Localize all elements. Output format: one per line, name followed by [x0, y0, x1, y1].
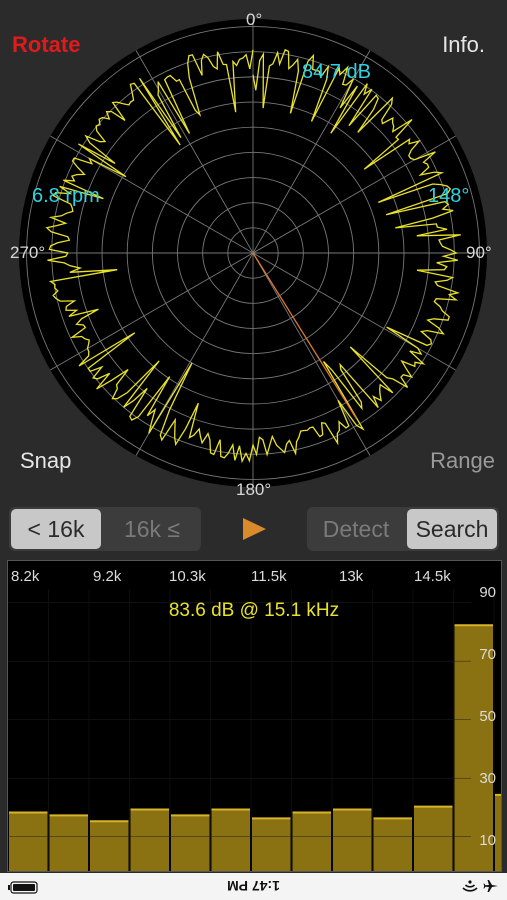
spectrum-bar	[414, 806, 453, 871]
play-button[interactable]	[240, 515, 268, 548]
spectrum-bar	[292, 812, 331, 871]
freq-label: 8.2k	[11, 568, 40, 585]
frequency-axis: 8.2k 9.2k 10.3k 11.5k 13k 14.5k	[11, 568, 451, 585]
frequency-range-toggle: < 16k 16k ≤	[9, 507, 201, 551]
play-icon	[243, 518, 266, 540]
spectrum-bar	[9, 812, 48, 871]
below-16k-option[interactable]: < 16k	[11, 509, 101, 549]
spectrum-bar	[90, 821, 129, 871]
spectrum-bar	[49, 815, 88, 871]
range-button[interactable]: Range	[430, 448, 495, 474]
status-time: 1:47 PM	[227, 878, 280, 894]
freq-label: 11.5k	[251, 568, 287, 585]
rpm-readout: 6.8 rpm	[32, 185, 100, 207]
detect-option[interactable]: Detect	[307, 507, 405, 551]
info-button[interactable]: Info.	[442, 32, 485, 58]
db-label: 50	[479, 708, 496, 725]
angle-label-270: 270°	[10, 243, 46, 262]
db-label: 30	[479, 770, 496, 787]
spectrum-chart: 8.2k 9.2k 10.3k 11.5k 13k 14.5k 90 70 50…	[8, 568, 507, 871]
angle-label-90: 90°	[466, 243, 492, 262]
spectrum-panel: 8.2k 9.2k 10.3k 11.5k 13k 14.5k 90 70 50…	[7, 560, 507, 872]
peak-readout: 83.6 dB @ 15.1 kHz	[169, 600, 339, 621]
angle-readout: 148°	[428, 185, 470, 207]
db-label: 70	[479, 646, 496, 663]
spectrum-bar	[333, 809, 372, 871]
polar-plot	[19, 19, 487, 487]
above-16k-option[interactable]: 16k ≤	[103, 507, 201, 551]
spectrum-bar	[171, 815, 210, 871]
snap-button[interactable]: Snap	[20, 448, 71, 474]
spectrum-bar	[130, 809, 169, 871]
angle-label-180: 180°	[236, 480, 272, 499]
status-bar: 1:47 PM	[0, 873, 507, 900]
freq-label: 14.5k	[414, 568, 451, 585]
rotate-button[interactable]: Rotate	[12, 32, 80, 58]
freq-label: 9.2k	[93, 568, 122, 585]
level-readout: 84.7 dB	[302, 61, 371, 83]
spectrum-bar	[252, 818, 291, 871]
spectrum-bar	[373, 818, 412, 871]
spectrum-bar	[211, 809, 250, 871]
wifi-icon	[462, 880, 478, 892]
spectrum-bars	[9, 624, 507, 871]
db-label: 10	[479, 832, 496, 849]
freq-label: 13k	[339, 568, 364, 585]
search-option[interactable]: Search	[407, 509, 497, 549]
airplane-icon	[483, 880, 498, 892]
mode-toggle: Detect Search	[307, 507, 499, 551]
angle-label-0: 0°	[246, 10, 263, 29]
freq-label: 10.3k	[169, 568, 206, 585]
db-label: 90	[479, 584, 496, 601]
